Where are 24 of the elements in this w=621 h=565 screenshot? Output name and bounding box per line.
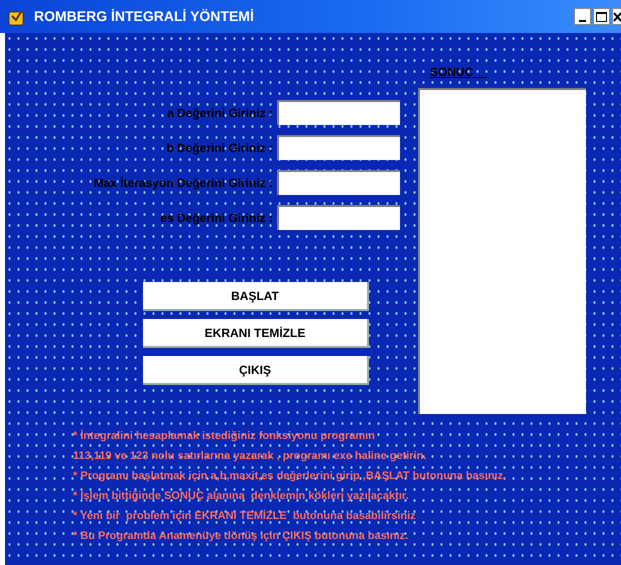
- action-button[interactable]: BAŞLAT: [143, 282, 369, 311]
- action-button[interactable]: ÇIKIŞ: [143, 356, 369, 385]
- input-field[interactable]: [277, 100, 400, 125]
- input-field[interactable]: [277, 205, 400, 230]
- input-field[interactable]: [277, 135, 400, 160]
- field-label: a Değerini Giriniz :: [166, 104, 273, 122]
- minimize-icon: [579, 20, 586, 22]
- field-label: es Değerini Giriniz :: [160, 210, 273, 226]
- window-title: ROMBERG İNTEGRALİ YÖNTEMİ: [34, 7, 254, 26]
- maximize-button[interactable]: [593, 8, 610, 25]
- minimize-button[interactable]: [574, 8, 591, 25]
- close-button[interactable]: [612, 8, 621, 25]
- input-field[interactable]: [277, 170, 400, 195]
- instruction-text: * Bu Programda Anamenüye dönüş için ÇIKIŞ butonuna basınız.: [73, 529, 408, 544]
- instruction-text: * İşlem bittiğinde SONUÇ alanına denklemin kökleri yazılacaktır.: [73, 488, 409, 504]
- close-icon: [613, 12, 621, 22]
- action-button[interactable]: EKRANI TEMİZLE: [143, 319, 369, 348]
- instruction-text: 113,119 ve 123 nolu satırlarına yazarak , programı exe haline getirin.: [73, 449, 426, 464]
- instruction-text: * Programı başlatmak için a,b,maxit,es değerlerini girip ,BAŞLAT butonuna basınız.: [73, 469, 506, 484]
- instruction-text: * Yeni bir problem için EKRANI TEMİZLE butonuna basabilirsiniz: [73, 508, 416, 524]
- maximize-icon: [596, 12, 607, 22]
- result-label: SONUÇ: [430, 64, 474, 81]
- field-label: Max İterasyon Değerini Giriniz :: [94, 174, 273, 192]
- field-label: b Değerini Giriniz :: [166, 140, 273, 156]
